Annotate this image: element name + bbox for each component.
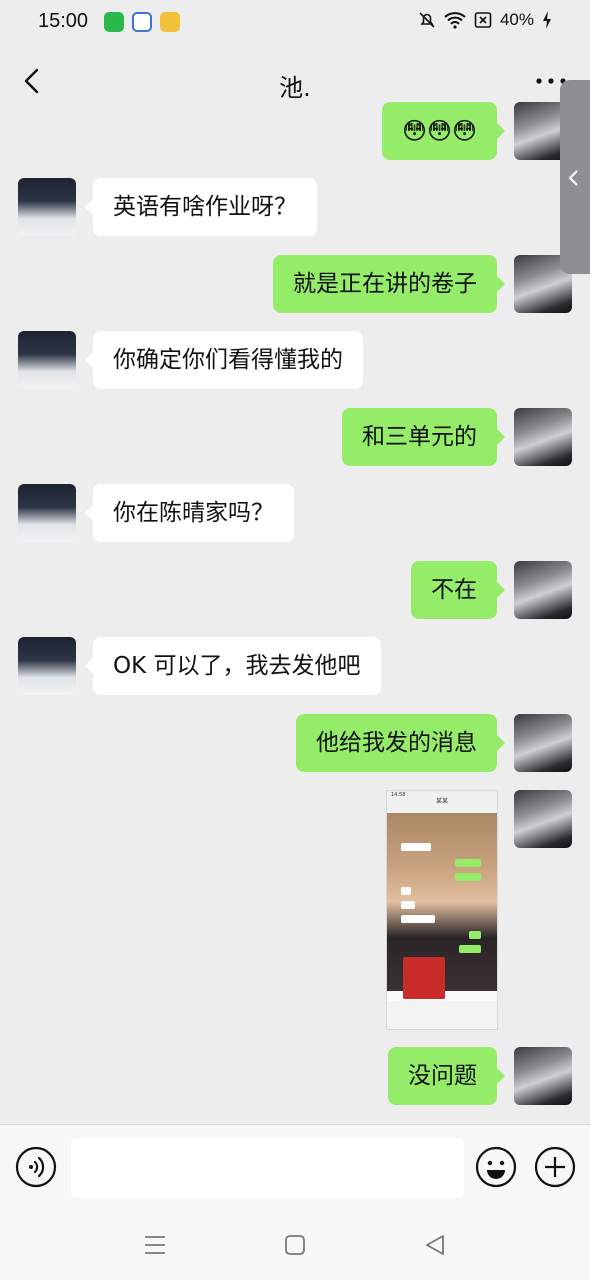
message-bubble[interactable]: 你确定你们看得懂我的	[85, 331, 363, 389]
image-message[interactable]: 14:58 某某	[386, 790, 498, 1030]
plus-icon[interactable]	[534, 1146, 576, 1188]
image-bubble	[401, 915, 435, 923]
image-bubble	[401, 887, 411, 895]
chat-header: 池.	[0, 46, 590, 118]
menu-icon[interactable]	[142, 1232, 168, 1258]
battery-level: 40%	[499, 10, 534, 29]
app-notification-icon	[160, 12, 180, 32]
image-time: 14:58	[391, 792, 406, 798]
message-bubble[interactable]: 和三单元的	[342, 408, 505, 466]
charging-icon	[543, 11, 551, 29]
home-icon[interactable]	[282, 1232, 308, 1258]
image-bubble	[401, 901, 415, 909]
my-avatar[interactable]	[514, 408, 572, 466]
message-bubble[interactable]: 他给我发的消息	[296, 714, 505, 772]
status-indicators: 40%	[418, 10, 552, 30]
image-bubble	[455, 859, 481, 867]
image-sticker	[403, 957, 445, 999]
image-header: 14:58 某某	[387, 791, 497, 813]
chevron-left-icon	[568, 170, 578, 186]
message-bubble[interactable]: 就是正在讲的卷子	[273, 255, 505, 313]
voice-input-icon[interactable]	[15, 1146, 57, 1188]
side-drawer-handle[interactable]	[560, 80, 590, 274]
sim-off-icon	[474, 12, 492, 28]
input-bar	[0, 1124, 590, 1211]
image-bubble	[459, 945, 481, 953]
back-triangle-icon[interactable]	[422, 1232, 448, 1258]
wifi-icon	[444, 12, 466, 29]
message-bubble[interactable]: 英语有啥作业呀？	[85, 178, 317, 236]
contact-avatar[interactable]	[18, 331, 76, 389]
app-notification-icon	[132, 12, 152, 32]
status-time: 15:00	[38, 10, 89, 32]
message-bubble[interactable]: 你在陈晴家吗？	[85, 484, 294, 542]
image-footer	[387, 1001, 497, 1029]
image-bubble	[401, 843, 431, 851]
message-bubble[interactable]: OK 可以了，我去发他吧	[85, 637, 381, 695]
image-bubble	[455, 873, 481, 881]
image-bubble	[469, 931, 481, 939]
contact-avatar[interactable]	[18, 484, 76, 542]
message-bubble[interactable]: 没问题	[388, 1047, 505, 1105]
chat-title: 池.	[279, 74, 311, 102]
message-bubble[interactable]: 不在	[411, 561, 505, 619]
status-bar: 15:00 40%	[0, 0, 590, 46]
image-title: 某某	[435, 798, 448, 805]
system-nav-bar	[0, 1210, 590, 1280]
app-notification-icon	[104, 12, 124, 32]
contact-avatar[interactable]	[18, 178, 76, 236]
my-avatar[interactable]	[514, 790, 572, 848]
mute-bell-icon	[419, 12, 435, 28]
my-avatar[interactable]	[514, 561, 572, 619]
my-avatar[interactable]	[514, 714, 572, 772]
emoji-icon[interactable]	[475, 1146, 517, 1188]
message-bubble[interactable]: 😳😳😳	[381, 102, 506, 160]
my-avatar[interactable]	[514, 1047, 572, 1105]
contact-avatar[interactable]	[18, 637, 76, 695]
message-input[interactable]	[71, 1138, 464, 1198]
